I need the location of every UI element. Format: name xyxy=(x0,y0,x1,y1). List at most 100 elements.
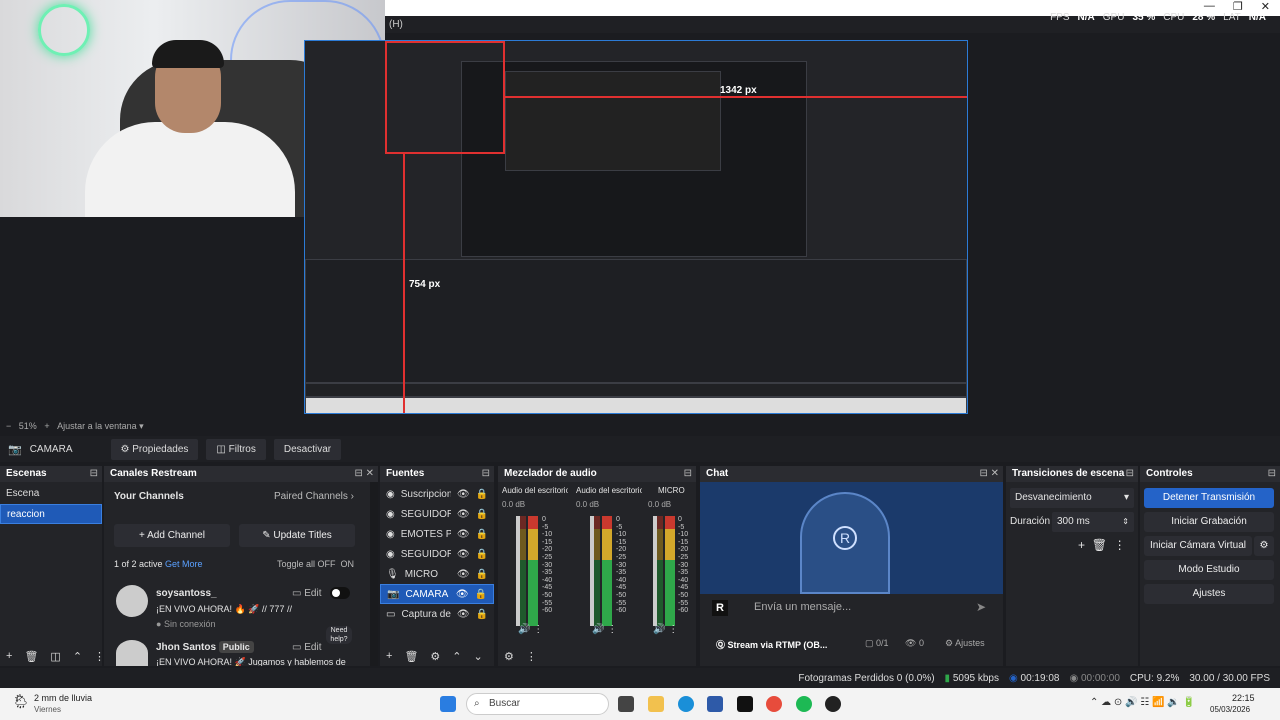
channel-edit-button[interactable]: ▭ Edit xyxy=(292,642,321,653)
speaker-icon[interactable]: 🔊 xyxy=(653,624,665,635)
dock-float-icon[interactable]: ⊟ xyxy=(1268,466,1276,482)
system-tray[interactable]: ⌃ ☁ ⊙ 🔊 ☷ 📶 🔉 🔋 xyxy=(1090,697,1195,708)
trash-icon[interactable]: 🗑 xyxy=(1092,538,1107,552)
add-channel-button[interactable]: + Add Channel xyxy=(114,524,230,547)
toggle-all[interactable]: Toggle all OFF ON xyxy=(277,559,354,569)
lock-icon[interactable]: 🔒 xyxy=(476,509,488,520)
dock-close-icon[interactable]: ⊟ ✕ xyxy=(979,466,999,482)
scrollbar[interactable] xyxy=(370,482,378,666)
eye-icon[interactable]: 👁 xyxy=(457,489,470,500)
more-icon[interactable]: ⋮ xyxy=(668,624,678,635)
channel-toggle[interactable] xyxy=(330,587,350,599)
zoom-bar: − 51% + Ajustar a la ventana ▾ xyxy=(6,421,144,431)
start-virtual-camera-button[interactable]: Iniciar Cámara Virtual xyxy=(1144,536,1252,556)
volume-slider[interactable] xyxy=(590,516,594,626)
chat-settings-button[interactable]: ⚙ Ajustes xyxy=(945,638,985,649)
lock-icon[interactable]: 🔒 xyxy=(476,489,488,500)
eye-icon[interactable]: 👁 xyxy=(457,609,470,620)
selected-source-box[interactable] xyxy=(385,41,505,154)
weather-icon[interactable]: 🌦 xyxy=(12,693,30,710)
send-icon[interactable]: ➤ xyxy=(976,600,986,614)
volume-slider[interactable] xyxy=(653,516,657,626)
start-recording-button[interactable]: Iniciar Grabación xyxy=(1144,512,1274,532)
lock-icon[interactable]: 🔒 xyxy=(475,589,487,600)
get-more-link[interactable]: Get More xyxy=(165,559,203,569)
chevron-down-icon[interactable]: ⌄ xyxy=(474,650,483,663)
more-icon[interactable]: ⋮ xyxy=(1114,538,1126,552)
transition-select[interactable]: Desvanecimiento ▾ xyxy=(1010,488,1134,508)
scene-item[interactable]: reaccion xyxy=(0,504,102,524)
eye-icon[interactable]: 👁 xyxy=(457,549,470,560)
chevron-up-icon[interactable]: ⌃ xyxy=(452,650,461,663)
more-icon[interactable]: ⋮ xyxy=(526,650,537,663)
yahoo-icon[interactable] xyxy=(737,696,753,712)
zoom-in-icon[interactable]: + xyxy=(44,421,49,431)
spotify-icon[interactable] xyxy=(796,696,812,712)
lock-icon[interactable]: 🔒 xyxy=(476,569,488,580)
lock-icon[interactable]: 🔒 xyxy=(476,609,488,620)
eye-icon[interactable]: 👁 xyxy=(457,569,470,580)
source-item[interactable]: ▭ Captura de 👁 🔒 xyxy=(380,604,494,624)
spinner-icon[interactable]: ⇕ xyxy=(1122,512,1129,532)
eye-icon[interactable]: 👁 xyxy=(456,589,469,600)
stream-time-value: 00:19:08 xyxy=(1020,672,1060,684)
studio-mode-button[interactable]: Modo Estudio xyxy=(1144,560,1274,580)
search-icon: ⌕ xyxy=(474,698,480,709)
update-titles-button[interactable]: ✎ Update Titles xyxy=(239,524,355,547)
deactivate-button[interactable]: Desactivar xyxy=(273,438,342,460)
eye-icon[interactable]: 👁 xyxy=(457,529,470,540)
dock-close-icon[interactable]: ⊟ ✕ xyxy=(354,466,374,482)
filters-button[interactable]: ◫ Filtros xyxy=(206,438,266,460)
duration-input[interactable]: 300 ms ⇕ xyxy=(1052,512,1134,532)
more-icon[interactable]: ⋮ xyxy=(607,624,617,635)
preview-canvas[interactable]: 1342 px 754 px xyxy=(304,40,968,414)
edge-icon[interactable] xyxy=(678,696,694,712)
source-item[interactable]: ◉ Suscripcion 👁 🔒 xyxy=(380,484,494,504)
lock-icon[interactable]: 🔒 xyxy=(476,549,488,560)
source-item-selected[interactable]: 📷 CAMARA 👁 🔒 xyxy=(380,584,494,604)
filter-icon[interactable]: ◫ xyxy=(50,650,60,663)
trash-icon[interactable]: 🗑 xyxy=(404,650,418,663)
properties-button[interactable]: ⚙ Propiedades xyxy=(110,438,199,460)
zoom-out-icon[interactable]: − xyxy=(6,421,11,431)
chat-input[interactable]: Envía un mensaje... xyxy=(754,601,851,613)
advanced-audio-icon[interactable]: ⚙ xyxy=(504,650,514,663)
add-icon[interactable]: + xyxy=(1078,538,1085,552)
paired-channels-link[interactable]: Paired Channels › xyxy=(274,491,354,502)
windows-start-icon[interactable] xyxy=(440,696,456,712)
speaker-icon[interactable]: 🔊 xyxy=(592,624,604,635)
gear-icon[interactable]: ⚙ xyxy=(1254,536,1274,556)
dock-float-icon[interactable]: ⊟ xyxy=(90,466,98,482)
settings-button[interactable]: Ajustes xyxy=(1144,584,1274,604)
source-item[interactable]: ◉ SEGUIDOR1 👁 🔒 xyxy=(380,544,494,564)
file-explorer-icon[interactable] xyxy=(648,696,664,712)
task-view-icon[interactable] xyxy=(618,696,634,712)
speaker-icon[interactable]: 🔊 xyxy=(518,624,530,635)
trash-icon[interactable]: 🗑 xyxy=(24,650,38,663)
source-item[interactable]: ◉ SEGUIDORE 👁 🔒 xyxy=(380,504,494,524)
add-icon[interactable]: + xyxy=(386,650,392,662)
menu-help[interactable]: (H) xyxy=(389,19,403,30)
need-help-button[interactable]: Need help? xyxy=(326,626,352,644)
scene-item[interactable]: Escena xyxy=(0,484,102,504)
more-icon[interactable]: ⋮ xyxy=(533,624,543,635)
source-item[interactable]: 🎙 MICRO 👁 🔒 xyxy=(380,564,494,584)
chevron-up-icon[interactable]: ⌃ xyxy=(73,650,82,663)
source-item[interactable]: ◉ EMOTES PA 👁 🔒 xyxy=(380,524,494,544)
dock-float-icon[interactable]: ⊟ xyxy=(482,466,490,482)
taskbar-search[interactable]: ⌕ Buscar xyxy=(466,693,609,715)
chrome-icon[interactable] xyxy=(766,696,782,712)
gear-icon[interactable]: ⚙ xyxy=(430,650,440,663)
zoom-fit-select[interactable]: Ajustar a la ventana xyxy=(57,421,137,431)
eye-icon[interactable]: 👁 xyxy=(457,509,470,520)
dock-float-icon[interactable]: ⊟ xyxy=(1126,466,1134,482)
store-icon[interactable] xyxy=(707,696,723,712)
volume-slider[interactable] xyxy=(516,516,520,626)
obs-icon[interactable] xyxy=(825,696,841,712)
add-icon[interactable]: + xyxy=(6,650,12,662)
dock-float-icon[interactable]: ⊟ xyxy=(684,466,692,482)
lock-icon[interactable]: 🔒 xyxy=(476,529,488,540)
channel-edit-button[interactable]: ▭ Edit xyxy=(292,588,321,599)
stop-streaming-button[interactable]: Detener Transmisión xyxy=(1144,488,1274,508)
mixer-toolbar: ⚙ ⋮ xyxy=(498,646,696,666)
